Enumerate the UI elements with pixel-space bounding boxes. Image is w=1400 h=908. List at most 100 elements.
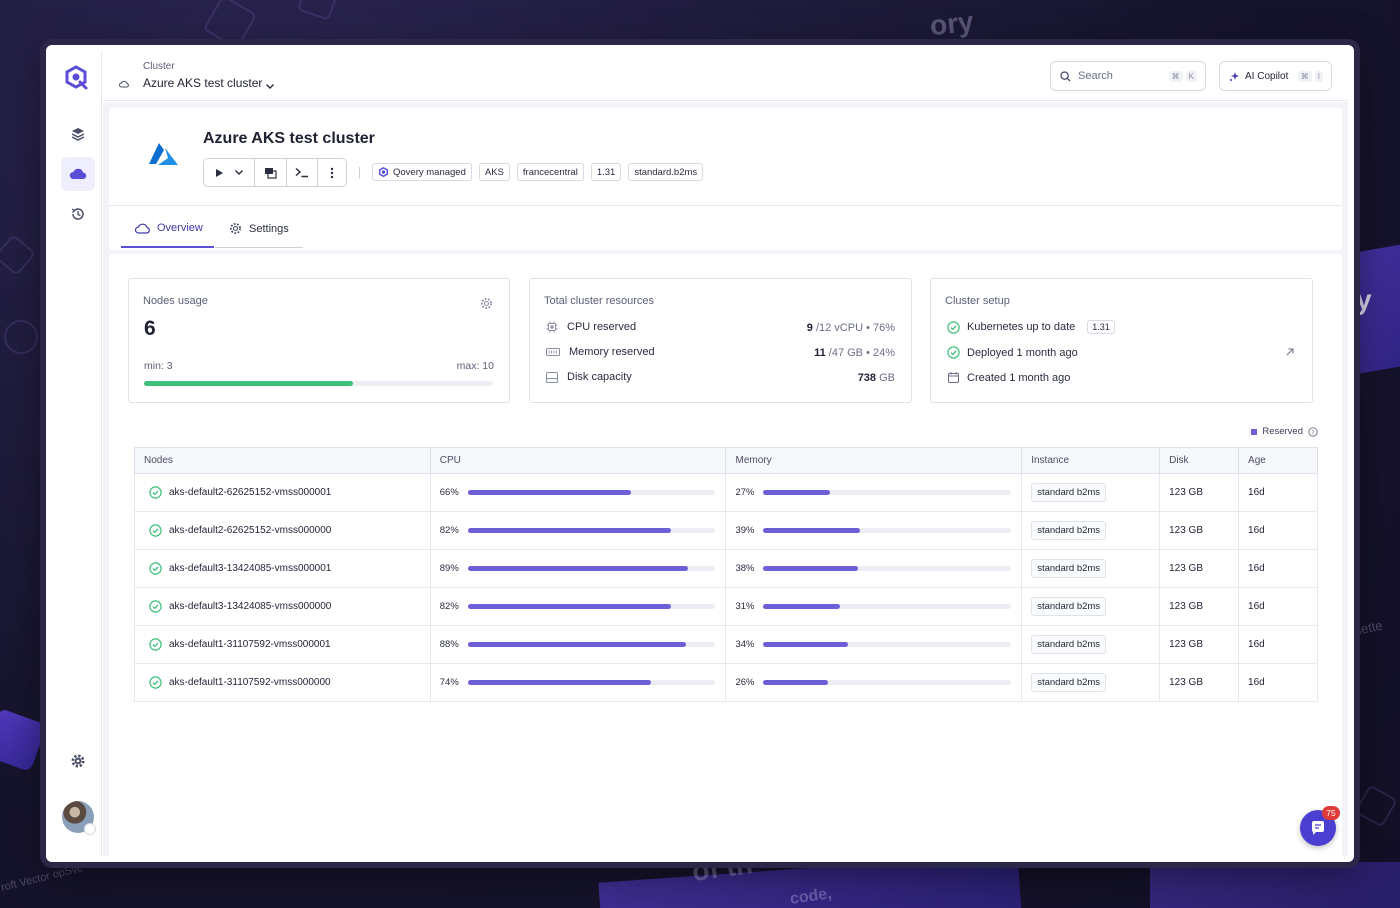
tab-overview[interactable]: Overview [135,222,203,234]
nodes-min: min: 3 [144,360,173,372]
search-icon [1060,70,1071,82]
memory-percent: 38% [735,563,755,574]
card-title: Total cluster resources [544,295,655,307]
memory-usage-bar [763,642,1012,647]
table-row[interactable]: aks-default2-62625152-vmss000001 66% 27% st… [134,473,1318,512]
search-input[interactable]: Search ⌘ K [1050,61,1206,91]
bg-text: lette [1356,617,1384,638]
node-name-cell[interactable]: aks-default3-13424085-vmss000001 [134,549,431,588]
tab-settings[interactable]: Settings [229,222,289,235]
memory-cell: 26% [725,663,1023,702]
instance-tag: standard b2ms [1031,559,1107,578]
cluster-cloud-icon[interactable] [61,157,95,191]
age-cell: 16d [1238,587,1318,626]
qovery-logo-icon[interactable] [63,65,91,93]
disk-cell: 123 GB [1159,587,1240,626]
bg-purple-shape [0,707,48,773]
chevron-down-icon[interactable] [265,77,275,95]
node-name-cell[interactable]: aks-default1-31107592-vmss000000 [134,663,431,702]
age-cell: 16d [1238,549,1318,588]
memory-usage-bar [763,566,1012,571]
terminal-button[interactable] [287,159,318,186]
column-header-instance[interactable]: Instance [1021,447,1161,474]
cpu-cell: 66% [429,473,727,512]
disk-cell: 123 GB [1159,625,1240,664]
deploy-button[interactable] [204,159,255,186]
resource-label: CPU reserved [567,321,637,333]
table-row[interactable]: aks-default3-13424085-vmss000000 82% 31% st… [134,587,1318,626]
cluster-setup-card: Cluster setup Kubernetes up to date 1.31… [930,278,1313,403]
memory-cell: 38% [725,549,1023,588]
cluster-tags: Qovery managed AKS francecentral 1.31 st… [372,163,704,181]
card-title: Cluster setup [945,295,1010,307]
gear-icon[interactable] [480,297,493,310]
more-options-button[interactable] [318,159,346,186]
column-header-nodes[interactable]: Nodes [134,447,431,474]
cpu-percent: 82% [439,601,459,612]
column-header-cpu[interactable]: CPU [429,447,727,474]
memory-usage-bar [763,528,1012,533]
cpu-usage-bar [467,642,716,647]
column-header-memory[interactable]: Memory [725,447,1023,474]
setup-label: Kubernetes up to date [967,321,1076,333]
resource-row-cpu: CPU reserved [546,321,636,333]
external-link-icon[interactable] [1285,347,1295,357]
column-header-age[interactable]: Age [1238,447,1318,474]
terminal-icon [295,167,309,178]
node-name-cell[interactable]: aks-default3-13424085-vmss000000 [134,587,431,626]
tag-provider: AKS [478,163,510,181]
tab-active-indicator [121,246,214,248]
setup-row-kubernetes: Kubernetes up to date 1.31 [947,320,1115,334]
logs-icon [264,167,277,179]
cpu-percent: 88% [439,639,459,650]
node-name-cell[interactable]: aks-default2-62625152-vmss000000 [134,511,431,550]
check-circle-icon [149,562,162,575]
memory-cell: 39% [725,511,1023,550]
node-name: aks-default3-13424085-vmss000000 [169,601,332,612]
age-cell: 16d [1238,625,1318,664]
instance-cell: standard b2ms [1021,511,1161,550]
node-name-cell[interactable]: aks-default1-31107592-vmss000001 [134,625,431,664]
breadcrumb-cluster-name[interactable]: Azure AKS test cluster [143,76,262,90]
setup-row-created: Created 1 month ago [947,371,1070,384]
node-name: aks-default2-62625152-vmss000001 [169,487,332,498]
ai-copilot-label: AI Copilot [1245,70,1289,82]
search-placeholder: Search [1078,70,1113,82]
table-row[interactable]: aks-default2-62625152-vmss000000 82% 39% st… [134,511,1318,550]
tab-label: Overview [157,222,203,234]
logs-button[interactable] [255,159,287,186]
history-icon[interactable] [61,197,95,231]
settings-gear-icon[interactable] [61,744,95,778]
table-row[interactable]: aks-default1-31107592-vmss000000 74% 26% st… [134,663,1318,702]
node-name-cell[interactable]: aks-default2-62625152-vmss000001 [134,473,431,512]
tag-version: 1.31 [590,163,622,181]
reserved-legend: Reserved ? [1251,426,1318,437]
table-row[interactable]: aks-default1-31107592-vmss000001 88% 34% st… [134,625,1318,664]
memory-usage-fill [763,604,841,609]
cloud-icon [119,75,129,93]
help-icon[interactable]: ? [1308,426,1318,437]
cpu-usage-bar [467,604,716,609]
bg-text: ory [928,5,976,42]
column-header-disk[interactable]: Disk [1159,447,1240,474]
bg-cube-shape [202,0,258,50]
resource-row-disk: Disk capacity [546,371,632,383]
memory-usage-fill [763,528,861,533]
check-circle-icon [149,638,162,651]
memory-icon [546,347,560,357]
azure-logo-icon [147,142,179,171]
table-row[interactable]: aks-default3-13424085-vmss000001 89% 38% st… [134,549,1318,588]
cluster-header: Azure AKS test cluster Qovery managed AK… [109,108,1342,250]
layers-icon[interactable] [61,117,95,151]
resource-value-cpu: 9 /12 vCPU • 76% [806,322,895,334]
resource-value-disk: 738 GB [857,372,895,384]
ai-copilot-button[interactable]: AI Copilot ⌘ I [1219,61,1332,91]
cpu-cell: 88% [429,625,727,664]
check-circle-icon [149,676,162,689]
cpu-usage-fill [467,528,671,533]
instance-tag: standard b2ms [1031,635,1107,654]
bg-cube-shape [1354,784,1398,828]
memory-usage-bar [763,490,1012,495]
action-toolbar [203,158,347,187]
memory-usage-fill [763,680,828,685]
